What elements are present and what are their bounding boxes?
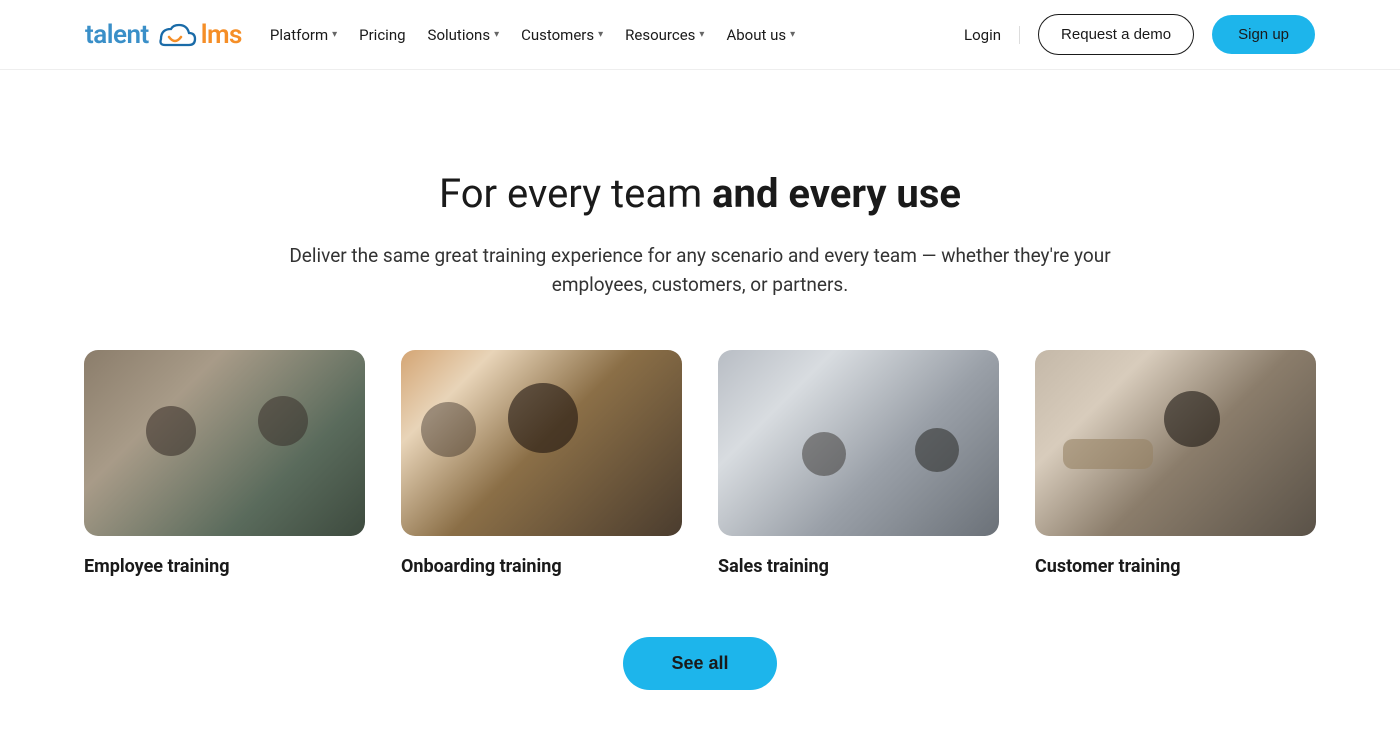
chevron-down-icon: ▾: [494, 29, 499, 40]
chevron-down-icon: ▾: [699, 29, 704, 40]
logo-text-talent: talent: [85, 20, 149, 50]
chevron-down-icon: ▾: [598, 29, 603, 40]
see-all-container: See all: [84, 637, 1316, 690]
card-image: [401, 350, 682, 536]
card-image: [84, 350, 365, 536]
see-all-button[interactable]: See all: [623, 637, 776, 690]
nav-label: Pricing: [359, 26, 405, 44]
logo[interactable]: talent lms: [85, 20, 242, 50]
main-nav: Platform ▾ Pricing Solutions ▾ Customers…: [270, 26, 795, 44]
card-title: Customer training: [1035, 556, 1316, 577]
nav-customers[interactable]: Customers ▾: [521, 26, 603, 44]
card-customer-training[interactable]: Customer training: [1035, 350, 1316, 577]
header-right: Login Request a demo Sign up: [964, 14, 1315, 55]
nav-label: Resources: [625, 26, 695, 44]
nav-pricing[interactable]: Pricing: [359, 26, 405, 44]
headline-bold: and every use: [712, 170, 961, 217]
nav-label: Platform: [270, 26, 328, 44]
main-content: For every team and every use Deliver the…: [84, 70, 1316, 750]
nav-label: Customers: [521, 26, 594, 44]
card-employee-training[interactable]: Employee training: [84, 350, 365, 577]
use-case-cards: Employee training Onboarding training Sa…: [84, 350, 1316, 577]
nav-platform[interactable]: Platform ▾: [270, 26, 337, 44]
nav-label: Solutions: [428, 26, 491, 44]
headline-light: For every team: [439, 170, 712, 217]
sign-up-button[interactable]: Sign up: [1212, 15, 1315, 54]
nav-solutions[interactable]: Solutions ▾: [428, 26, 500, 44]
header-left: talent lms Platform ▾ Pricing Solutions …: [85, 20, 795, 50]
nav-about-us[interactable]: About us ▾: [726, 26, 795, 44]
chevron-down-icon: ▾: [790, 29, 795, 40]
login-link[interactable]: Login: [964, 26, 1020, 44]
card-image: [718, 350, 999, 536]
card-title: Sales training: [718, 556, 999, 577]
site-header: talent lms Platform ▾ Pricing Solutions …: [0, 0, 1400, 70]
cloud-smile-icon: [151, 21, 199, 49]
card-onboarding-training[interactable]: Onboarding training: [401, 350, 682, 577]
nav-resources[interactable]: Resources ▾: [625, 26, 704, 44]
card-image: [1035, 350, 1316, 536]
logo-text-lms: lms: [201, 20, 242, 50]
section-headline: For every team and every use: [84, 170, 1316, 217]
request-demo-button[interactable]: Request a demo: [1038, 14, 1194, 55]
chevron-down-icon: ▾: [332, 29, 337, 40]
section-subtext: Deliver the same great training experien…: [240, 241, 1160, 300]
card-title: Employee training: [84, 556, 365, 577]
nav-label: About us: [726, 26, 786, 44]
card-sales-training[interactable]: Sales training: [718, 350, 999, 577]
card-title: Onboarding training: [401, 556, 682, 577]
